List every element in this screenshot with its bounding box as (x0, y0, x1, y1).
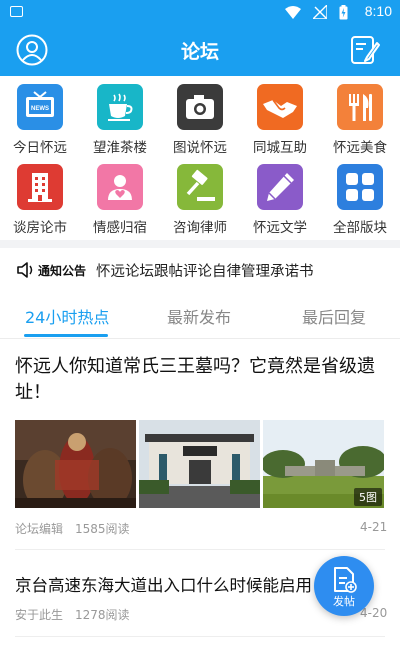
category-literature[interactable]: 怀远文学 (240, 156, 320, 236)
category-emotion[interactable]: 情感归宿 (80, 156, 160, 236)
wifi-icon (285, 5, 301, 19)
image-count-badge: 5图 (354, 488, 382, 506)
category-label: 同城互助 (253, 140, 307, 156)
status-bar: 8:10 (0, 0, 400, 24)
post-reads: 1585阅读 (75, 522, 130, 536)
post-title[interactable]: 怀远人你知道常氏三王墓吗？它竟然是省级遗址！ (15, 354, 387, 406)
notice-bar[interactable]: 通知公告 怀远论坛跟帖评论自律管理承诺书 (0, 248, 400, 292)
tab-24h-hot[interactable]: 24小时热点 (25, 304, 109, 328)
category-label: 情感归宿 (93, 220, 147, 236)
post-reads: 1278阅读 (75, 608, 130, 622)
image-notification-icon (10, 6, 23, 17)
category-label: 今日怀远 (13, 140, 67, 156)
category-food[interactable]: 怀远美食 (320, 76, 400, 156)
memorial-hall-image (139, 420, 260, 508)
category-grid: NEWS 今日怀远 望淮茶楼 图说怀远 同城互助 怀远美食 谈房论市 情感归宿 … (0, 76, 400, 240)
edit-post-icon[interactable] (350, 34, 380, 66)
post-divider (15, 549, 385, 550)
post-thumbnail[interactable]: 5图 (263, 420, 384, 508)
post-thumbnail[interactable] (139, 420, 260, 508)
new-post-label: 发帖 (333, 595, 355, 608)
post-document-icon (334, 567, 357, 593)
tv-news-icon: NEWS (17, 84, 63, 130)
category-mutual-help[interactable]: 同城互助 (240, 76, 320, 156)
camera-icon (177, 84, 223, 130)
category-label: 咨询律师 (173, 220, 227, 236)
tab-latest[interactable]: 最新发布 (167, 304, 231, 328)
building-icon (17, 164, 63, 210)
page-title: 论坛 (180, 41, 219, 63)
post-author[interactable]: 论坛编辑 (15, 520, 63, 537)
section-divider (0, 240, 400, 248)
post-date: 4-21 (360, 520, 388, 534)
gavel-icon (177, 164, 223, 210)
category-tea-house[interactable]: 望淮茶楼 (80, 76, 160, 156)
category-label: 望淮茶楼 (93, 140, 147, 156)
category-label: 怀远文学 (253, 220, 307, 236)
warrior-statue-image (15, 420, 136, 508)
category-all-boards[interactable]: 全部版块 (320, 156, 400, 236)
grid-icon (337, 164, 383, 210)
post-divider (15, 636, 385, 637)
tab-last-reply[interactable]: 最后回复 (302, 304, 366, 328)
battery-charging-icon (339, 4, 348, 19)
notice-text[interactable]: 怀远论坛跟帖评论自律管理承诺书 (96, 260, 314, 281)
category-real-estate[interactable]: 谈房论市 (0, 156, 80, 236)
category-label: 怀远美食 (333, 140, 387, 156)
category-label: 全部版块 (333, 220, 387, 236)
category-label: 谈房论市 (13, 220, 67, 236)
active-tab-indicator (24, 334, 108, 337)
heart-person-icon (97, 164, 143, 210)
tab-bar: 24小时热点 最新发布 最后回复 (0, 292, 400, 339)
notice-tag: 通知公告 (38, 264, 87, 278)
category-today-huaiyuan[interactable]: NEWS 今日怀远 (0, 76, 80, 156)
category-lawyer[interactable]: 咨询律师 (160, 156, 240, 236)
pencil-icon (257, 164, 303, 210)
new-post-button[interactable]: 发帖 (314, 556, 374, 616)
category-photo-huaiyuan[interactable]: 图说怀远 (160, 76, 240, 156)
speaker-icon (17, 262, 33, 278)
clock: 8:10 (364, 3, 392, 19)
status-icons (285, 4, 348, 20)
category-label: 图说怀远 (173, 140, 227, 156)
header-bar: 论坛 (0, 24, 400, 76)
handshake-icon (257, 84, 303, 130)
svg-text:NEWS: NEWS (31, 106, 49, 112)
fork-knife-icon (337, 84, 383, 130)
no-signal-icon (313, 5, 327, 19)
post-author[interactable]: 安于此生 (15, 606, 63, 623)
coffee-cup-icon (97, 84, 143, 130)
post-thumbnail[interactable] (15, 420, 136, 508)
